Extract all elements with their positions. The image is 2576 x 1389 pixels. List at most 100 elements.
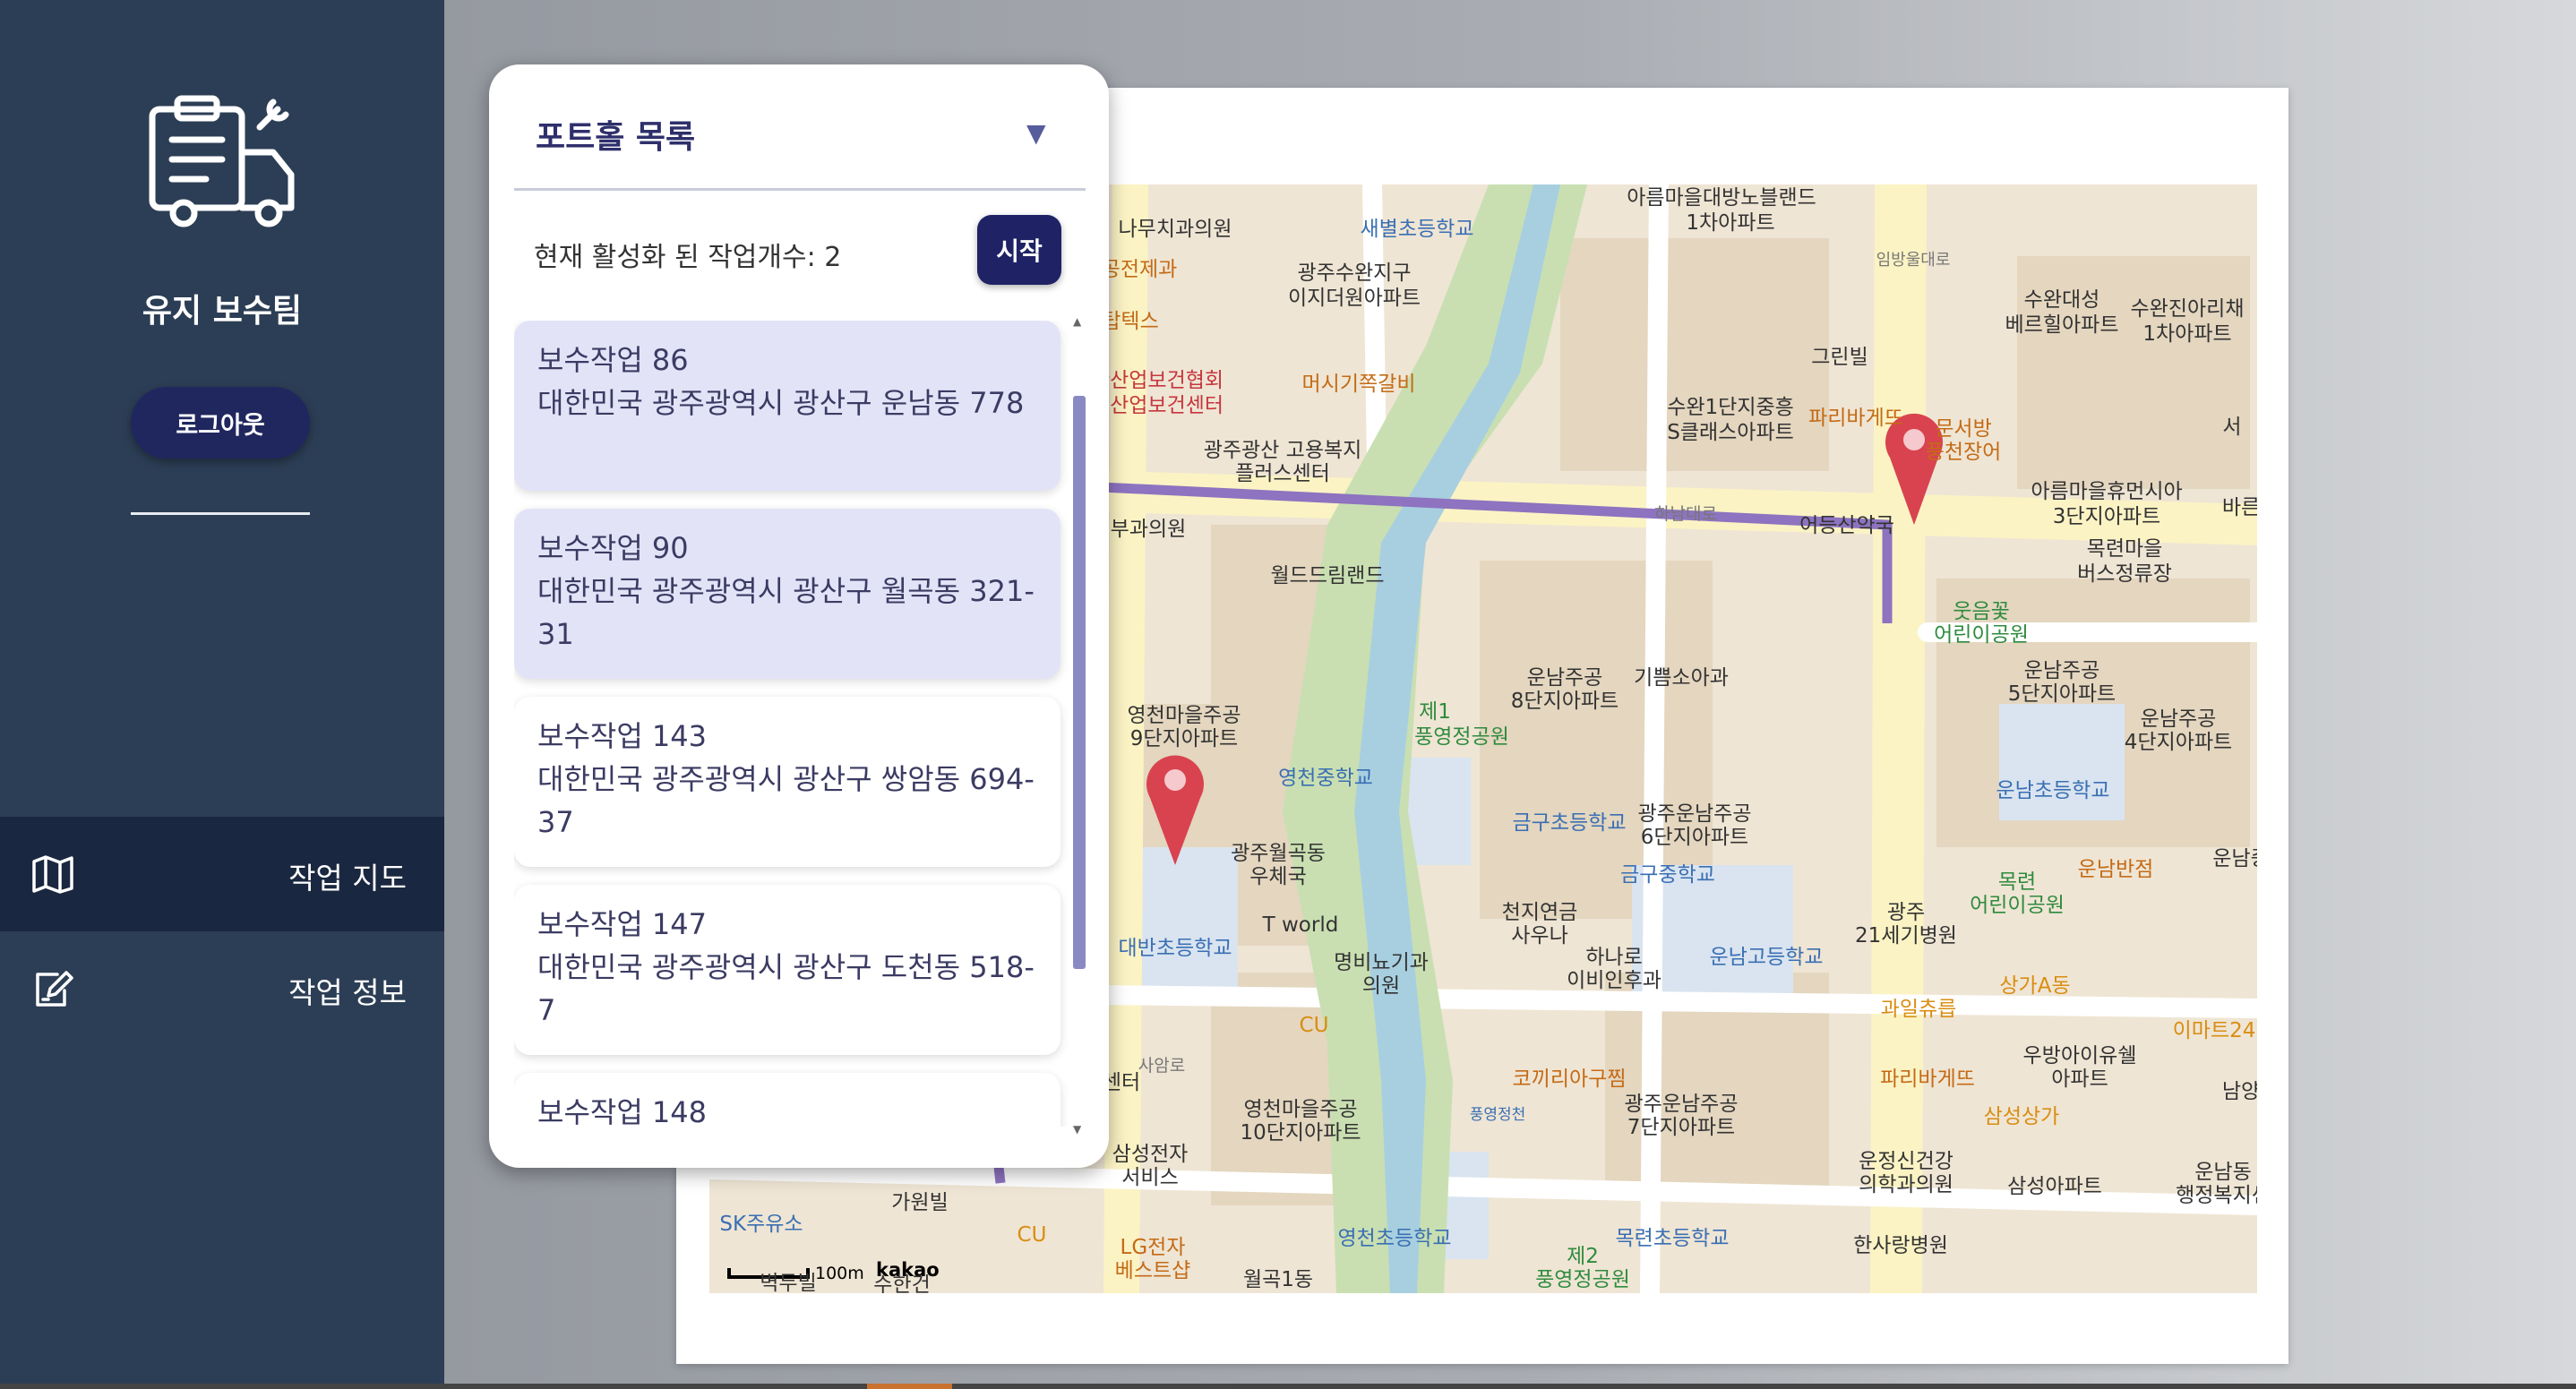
nav-item-work-map[interactable]: 작업 지도: [0, 817, 444, 931]
job-title: 보수작업 90: [537, 531, 689, 565]
svg-text:운남중: 운남중: [2212, 847, 2257, 870]
svg-text:베스트샵: 베스트샵: [1115, 1259, 1191, 1282]
svg-text:수한건: 수한건: [873, 1273, 930, 1293]
job-list[interactable]: 보수작업 86 대한민국 광주광역시 광산구 운남동 778 보수작업 90 대…: [514, 321, 1084, 1127]
svg-text:운남초등학교: 운남초등학교: [1996, 779, 2110, 802]
svg-text:어등산약국: 어등산약국: [1799, 514, 1894, 537]
svg-text:우체국: 우체국: [1249, 865, 1306, 888]
svg-text:금구초등학교: 금구초등학교: [1513, 811, 1627, 835]
svg-text:서: 서: [2222, 416, 2241, 439]
svg-text:명비뇨기과: 명비뇨기과: [1334, 951, 1429, 974]
svg-text:S클래스아파트: S클래스아파트: [1667, 421, 1794, 444]
sidebar-divider: [131, 512, 310, 515]
svg-text:의학과의원: 의학과의원: [1859, 1173, 1953, 1196]
nav-item-work-info[interactable]: 작업 정보: [0, 931, 444, 1046]
svg-text:수완진아리채: 수완진아리채: [2131, 297, 2245, 321]
svg-text:대반초등학교: 대반초등학교: [1119, 937, 1232, 960]
job-title: 보수작업 148: [537, 1095, 708, 1127]
svg-text:서비스: 서비스: [1121, 1166, 1178, 1189]
svg-text:수완1단지중흥: 수완1단지중흥: [1667, 396, 1794, 419]
scroll-down-icon[interactable]: ▼: [1073, 1123, 1081, 1136]
svg-text:행정복지센: 행정복지센: [2176, 1184, 2257, 1207]
svg-text:운남주공: 운남주공: [2024, 659, 2100, 682]
svg-text:웃음꽃: 웃음꽃: [1953, 600, 2009, 623]
job-card-147[interactable]: 보수작업 147 대한민국 광주광역시 광산구 도천동 518-7: [514, 885, 1060, 1055]
panel-divider: [514, 188, 1086, 191]
svg-text:하나로: 하나로: [1585, 946, 1642, 969]
svg-text:베르힐아파트: 베르힐아파트: [2005, 313, 2119, 337]
svg-text:10단지아파트: 10단지아파트: [1240, 1121, 1361, 1145]
svg-text:바른: 바른: [2222, 496, 2257, 519]
svg-text:1차아파트: 1차아파트: [1686, 211, 1774, 235]
scrollbar-thumb[interactable]: [1073, 396, 1086, 969]
svg-text:9단지아파트: 9단지아파트: [1130, 727, 1238, 750]
scroll-up-icon[interactable]: ▲: [1073, 315, 1081, 328]
svg-text:파리바게뜨: 파리바게뜨: [1808, 407, 1903, 430]
svg-text:삼성전자: 삼성전자: [1112, 1143, 1189, 1166]
svg-text:1차아파트: 1차아파트: [2142, 322, 2231, 346]
svg-text:버스정류장: 버스정류장: [2077, 562, 2172, 586]
job-card-86[interactable]: 보수작업 86 대한민국 광주광역시 광산구 운남동 778: [514, 321, 1060, 491]
svg-text:삼성상가: 삼성상가: [1984, 1105, 2060, 1128]
list-scrollbar[interactable]: ▲ ▼: [1069, 315, 1087, 1139]
svg-text:코끼리아구찜: 코끼리아구찜: [1513, 1067, 1627, 1091]
job-address: 대한민국 광주광역시 광산구 도천동 518-7: [537, 950, 1035, 1027]
svg-text:광주: 광주: [1887, 901, 1925, 924]
svg-text:CU: CU: [1300, 1014, 1329, 1037]
svg-text:T world: T world: [1262, 913, 1339, 937]
svg-text:나무치과의원: 나무치과의원: [1119, 218, 1232, 241]
svg-text:그린빌: 그린빌: [1811, 346, 1868, 369]
svg-text:임방울대로: 임방울대로: [1876, 251, 1951, 270]
svg-text:아름마을휴먼시아: 아름마을휴먼시아: [2031, 480, 2182, 503]
svg-text:광주광산 고용복지: 광주광산 고용복지: [1204, 439, 1362, 462]
edit-icon: [36, 971, 73, 1007]
svg-text:목련: 목련: [1998, 870, 2036, 894]
svg-text:목련초등학교: 목련초등학교: [1616, 1227, 1730, 1250]
svg-text:이지더원아파트: 이지더원아파트: [1288, 287, 1421, 310]
dropdown-toggle-icon[interactable]: ▼: [1026, 118, 1046, 148]
svg-text:영천중학교: 영천중학교: [1278, 767, 1373, 790]
logout-button[interactable]: 로그아웃: [131, 387, 310, 459]
svg-text:운남고등학교: 운남고등학교: [1710, 946, 1824, 969]
svg-text:제1: 제1: [1419, 700, 1451, 724]
job-title: 보수작업 143: [537, 719, 708, 753]
svg-text:SK주유소: SK주유소: [719, 1213, 803, 1236]
svg-text:제2: 제2: [1567, 1245, 1599, 1268]
svg-text:플러스센터: 플러스센터: [1235, 462, 1330, 485]
job-card-90[interactable]: 보수작업 90 대한민국 광주광역시 광산구 월곡동 321-31: [514, 509, 1060, 679]
svg-text:CU: CU: [1018, 1223, 1047, 1247]
svg-text:하남대로: 하남대로: [1654, 504, 1717, 524]
svg-text:이비인후과: 이비인후과: [1567, 969, 1662, 992]
svg-text:운정신건강: 운정신건강: [1859, 1150, 1953, 1173]
active-job-count: 현재 활성화 된 작업개수: 2: [534, 242, 842, 273]
svg-text:부과의원: 부과의원: [1111, 518, 1187, 541]
svg-text:21세기병원: 21세기병원: [1855, 924, 1957, 947]
sidebar: 유지 보수팀 로그아웃 작업 지도 작업 정보: [0, 0, 444, 1389]
start-button[interactable]: 시작: [977, 215, 1061, 285]
svg-text:월곡1동: 월곡1동: [1243, 1268, 1313, 1291]
svg-text:가원빌: 가원빌: [891, 1191, 948, 1214]
svg-text:광주수완지구: 광주수완지구: [1298, 262, 1412, 285]
svg-text:남양: 남양: [2222, 1080, 2257, 1103]
svg-text:기쁨소아과: 기쁨소아과: [1634, 666, 1729, 690]
svg-text:영천초등학교: 영천초등학교: [1338, 1227, 1452, 1250]
svg-text:천지연금: 천지연금: [1502, 901, 1578, 924]
svg-text:100m: 100m: [815, 1264, 864, 1283]
svg-text:풍천장어: 풍천장어: [1926, 441, 2002, 464]
svg-text:영천마을주공: 영천마을주공: [1128, 704, 1241, 727]
svg-text:운남주공: 운남주공: [1527, 666, 1603, 690]
svg-text:공전제과: 공전제과: [1102, 258, 1178, 281]
job-address: 대한민국 광주광역시 광산구 월곡동 321-31: [537, 574, 1035, 651]
panel-title: 포트홀 목록: [536, 119, 696, 156]
map-icon: [32, 855, 73, 894]
svg-text:6단지아파트: 6단지아파트: [1641, 826, 1748, 849]
job-title: 보수작업 147: [537, 907, 708, 941]
svg-text:풍영정공원: 풍영정공원: [1414, 725, 1509, 749]
job-title: 보수작업 86: [537, 343, 689, 377]
svg-text:사우나: 사우나: [1511, 924, 1567, 947]
svg-text:사암로: 사암로: [1138, 1056, 1185, 1076]
svg-text:파리바게뜨: 파리바게뜨: [1880, 1067, 1975, 1091]
job-card-148[interactable]: 보수작업 148: [514, 1073, 1060, 1127]
job-card-143[interactable]: 보수작업 143 대한민국 광주광역시 광산구 쌍암동 694-37: [514, 697, 1060, 867]
svg-text:운남동: 운남동: [2194, 1161, 2251, 1184]
